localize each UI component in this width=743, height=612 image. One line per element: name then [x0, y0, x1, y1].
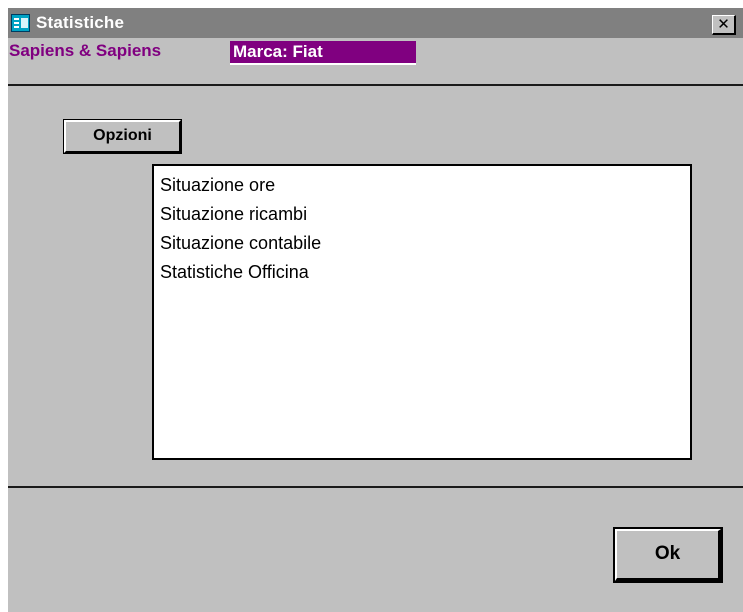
options-button[interactable]: Opzioni	[63, 119, 182, 154]
list-item-situazione-contabile[interactable]: Situazione contabile	[154, 230, 690, 259]
footer-divider	[8, 486, 743, 488]
ok-button[interactable]: Ok	[613, 527, 723, 583]
close-button[interactable]: ✕	[712, 15, 736, 35]
window-title: Statistiche	[36, 13, 125, 32]
form-window-icon[interactable]	[11, 14, 30, 32]
statistics-list[interactable]: Situazione ore Situazione ricambi Situaz…	[152, 164, 692, 460]
close-icon: ✕	[717, 15, 730, 33]
header-divider	[8, 84, 743, 86]
list-item-situazione-ore[interactable]: Situazione ore	[154, 172, 690, 201]
company-name: Sapiens & Sapiens	[9, 41, 162, 60]
brand-field: Marca: Fiat	[230, 41, 416, 65]
header-row: Sapiens & Sapiens Marca: Fiat	[8, 38, 743, 100]
list-item-statistiche-officina[interactable]: Statistiche Officina	[154, 259, 690, 288]
list-item-situazione-ricambi[interactable]: Situazione ricambi	[154, 201, 690, 230]
statistics-window: Statistiche ✕ Sapiens & Sapiens Marca: F…	[8, 8, 743, 612]
title-bar[interactable]: Statistiche ✕	[8, 8, 743, 38]
